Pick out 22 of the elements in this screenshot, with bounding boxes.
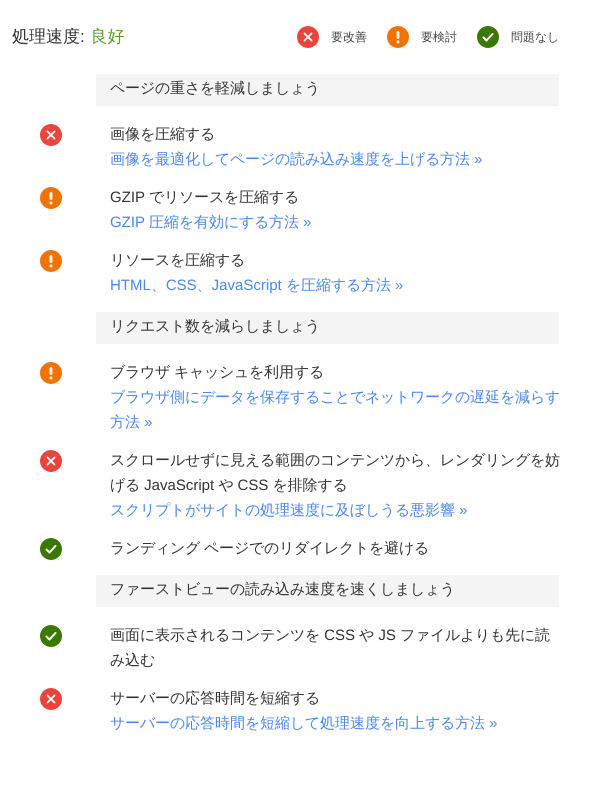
speed-label: 処理速度: — [12, 26, 85, 48]
section-header: ファーストビューの読み込み速度を速くしましょう — [96, 574, 559, 606]
help-link[interactable]: GZIP 圧縮を有効にする方法 » — [110, 210, 560, 234]
audit-title: スクロールせずに見える範囲のコンテンツから、レンダリングを妨げる JavaScript や CSS を排除する — [110, 450, 560, 496]
legend-label: 要検討 — [421, 28, 457, 46]
help-link[interactable]: スクリプトがサイトの処理速度に及ぼしうる悪影響 » — [110, 498, 560, 522]
audit-title: ブラウザ キャッシュを利用する — [110, 362, 326, 382]
section-header: ページの重さを軽減しましょう — [96, 74, 559, 106]
help-link[interactable]: ブラウザ側にデータを保存することでネットワークの遅延を減らす方法 » — [110, 384, 560, 434]
audit-title: サーバーの応答時間を短縮する — [110, 688, 321, 708]
audit-title: リソースを圧縮する — [110, 250, 246, 270]
audit-title: 画面に表示されるコンテンツを CSS や JS ファイルよりも先に読み込む — [110, 626, 552, 670]
help-link[interactable]: HTML、CSS、JavaScript を圧縮する方法 » — [110, 272, 560, 298]
legend-label: 要改善 — [331, 28, 367, 46]
audit-title: 画像を圧縮する — [110, 124, 216, 144]
audit-title: ランディング ページでのリダイレクトを避ける — [110, 538, 430, 558]
audit-title: GZIP でリソースを圧縮する — [110, 188, 300, 208]
help-link[interactable]: 画像を最適化してページの読み込み速度を上げる方法 » — [110, 146, 560, 172]
speed-rating: 良好 — [90, 26, 125, 48]
legend-label: 問題なし — [511, 28, 559, 46]
section-header: リクエスト数を減らしましょう — [96, 312, 559, 344]
help-link[interactable]: サーバーの応答時間を短縮して処理速度を向上する方法 » — [110, 710, 560, 736]
